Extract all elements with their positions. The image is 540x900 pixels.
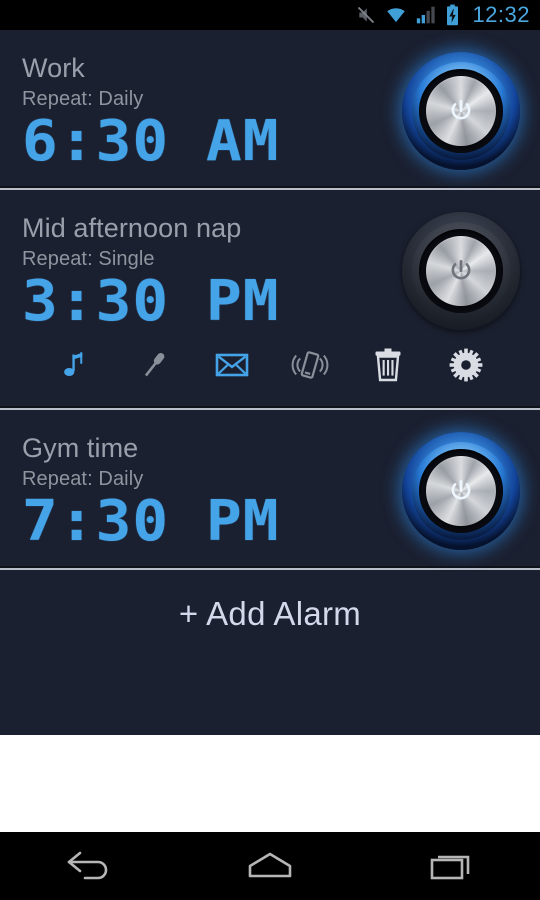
alarm-toggle-on[interactable] [402, 52, 520, 170]
alarm-label: Work [22, 53, 85, 83]
alarm-time: 7:30 PM [22, 489, 280, 555]
alarm-toggle-off[interactable] [402, 212, 520, 331]
alarm-repeat: Repeat: Single [22, 248, 155, 271]
envelope-icon[interactable] [204, 342, 260, 388]
alarm-repeat: Repeat: Daily [22, 88, 144, 111]
alarm-time: 6:30 AM [22, 109, 280, 175]
recents-button[interactable] [390, 832, 510, 900]
alarm-toggle-on[interactable] [402, 432, 520, 551]
back-button[interactable] [30, 832, 150, 900]
power-icon [451, 100, 471, 120]
add-alarm-button[interactable]: + Add Alarm [0, 570, 540, 659]
battery-charging-icon [447, 4, 459, 26]
gear-icon[interactable] [438, 342, 494, 388]
alarm-time: 3:30 PM [22, 269, 280, 335]
alarm-item[interactable]: Gym time Repeat: Daily 7:30 PM [0, 410, 540, 567]
toggle-cap [426, 456, 496, 527]
power-icon [451, 480, 471, 500]
mute-icon [358, 6, 375, 24]
alarm-info[interactable]: Mid afternoon nap Repeat: Single 3:30 PM [22, 212, 402, 330]
music-note-icon[interactable] [48, 342, 104, 388]
power-icon [451, 260, 471, 280]
alarm-repeat: Repeat: Daily [22, 468, 144, 491]
add-alarm-label: + Add Alarm [178, 595, 362, 633]
trash-icon[interactable] [360, 342, 416, 388]
microphone-icon[interactable] [126, 342, 182, 388]
status-bar-clock: 12:32 [472, 2, 530, 27]
alarm-list: Work Repeat: Daily 6:30 AM Mid afternoon… [0, 30, 540, 735]
toggle-cap [426, 236, 496, 307]
phone-screen: 12:32 Work Repeat: Daily 6:30 AM Mid aft… [0, 0, 540, 900]
android-nav-bar [0, 832, 540, 900]
alarm-item[interactable]: Work Repeat: Daily 6:30 AM [0, 30, 540, 187]
wifi-icon [387, 8, 406, 23]
empty-area [0, 735, 540, 832]
status-bar: 12:32 [0, 0, 540, 30]
alarm-action-row [22, 338, 520, 390]
signal-icon [417, 6, 436, 24]
vibrate-icon[interactable] [282, 342, 338, 388]
alarm-label: Gym time [22, 433, 139, 464]
alarm-item[interactable]: Mid afternoon nap Repeat: Single 3:30 PM [0, 190, 540, 407]
home-button[interactable] [210, 832, 330, 900]
alarm-label: Mid afternoon nap [22, 213, 242, 244]
toggle-cap [426, 76, 496, 146]
alarm-info[interactable]: Gym time Repeat: Daily 7:30 PM [22, 432, 402, 550]
alarm-info[interactable]: Work Repeat: Daily 6:30 AM [22, 52, 402, 170]
